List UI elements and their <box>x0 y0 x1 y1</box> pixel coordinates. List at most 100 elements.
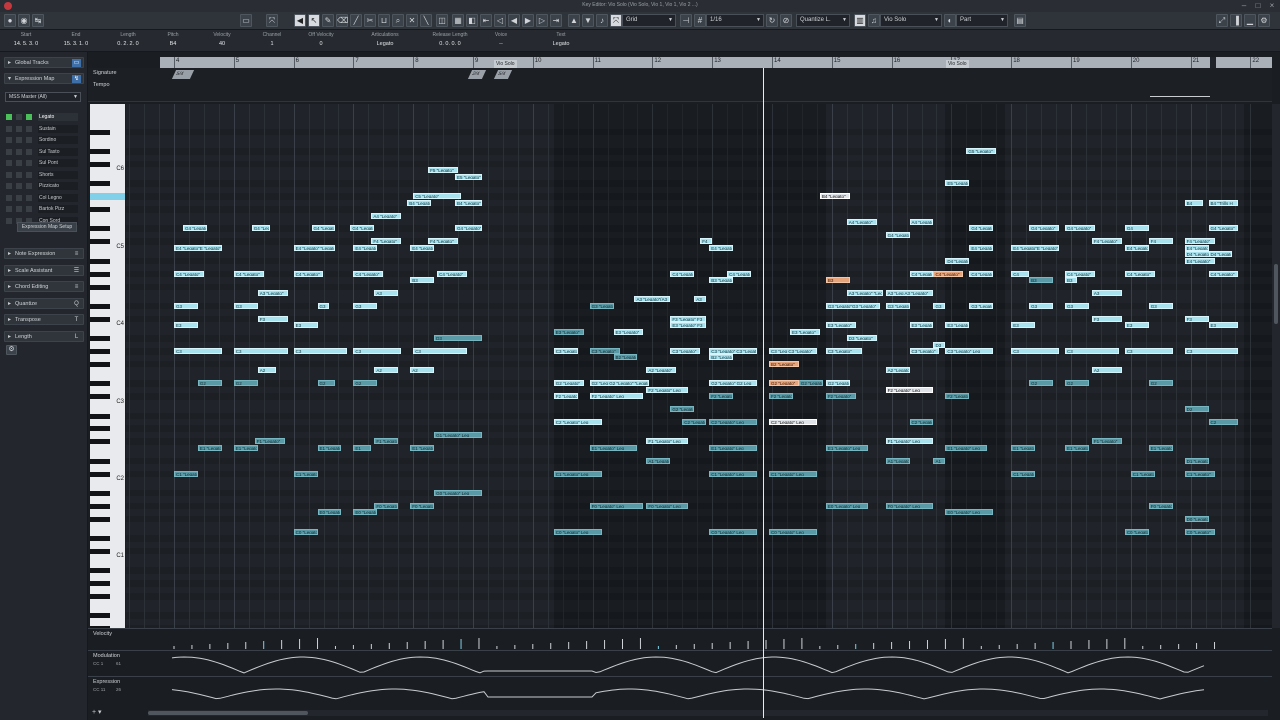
articulation-output[interactable] <box>26 148 32 155</box>
midi-note[interactable]: G3 "Legato" <box>589 302 614 309</box>
left-zone-icon[interactable]: ▐ <box>1230 14 1242 27</box>
color-icon[interactable]: ◧ <box>466 14 478 27</box>
midi-note[interactable]: C1 "Legato" <box>1130 470 1155 477</box>
black-key[interactable] <box>90 439 110 445</box>
midi-note[interactable]: F2 "Legato" Leg <box>589 393 644 400</box>
midi-note[interactable]: C3 <box>233 348 288 355</box>
midi-note[interactable]: B2 "Legato" <box>709 354 734 361</box>
inspector-settings-gear-icon[interactable]: ⚙ <box>6 345 17 355</box>
section-icon[interactable]: Q <box>72 300 81 308</box>
midi-note[interactable]: B3 <box>410 277 435 284</box>
midi-note[interactable]: B4 <box>1184 199 1203 206</box>
track-select[interactable]: Vio Solo ▼ <box>880 14 942 27</box>
midi-note[interactable]: E3 "Legato" <box>909 322 934 329</box>
global-tracks-section[interactable]: ▸ Global Tracks ▭ <box>4 57 84 68</box>
time-signature-marker[interactable]: 5/4 <box>171 70 195 79</box>
midi-note[interactable]: G4 "Legato" <box>1065 225 1095 232</box>
record-icon[interactable]: ● <box>4 14 16 27</box>
modulation-curve[interactable] <box>171 656 1205 674</box>
midi-note[interactable]: C4 "Legato" <box>909 270 934 277</box>
section-icon[interactable]: T <box>72 316 81 324</box>
midi-note[interactable]: C3 <box>293 348 348 355</box>
midi-note[interactable]: A3 "Legato" <box>257 289 288 296</box>
midi-note[interactable]: A3 <box>1091 289 1122 296</box>
midi-note[interactable]: E4 "Legato" "Legato" <box>293 244 336 251</box>
midi-note[interactable]: G3 <box>353 302 378 309</box>
midi-note[interactable]: G3 <box>1029 302 1054 309</box>
midi-note[interactable]: G3 "Legato" <box>885 302 910 309</box>
midi-note[interactable]: C3 <box>353 348 402 355</box>
draw-tool-icon[interactable]: ╲ <box>420 14 432 27</box>
articulation-row[interactable]: Col Legno <box>6 193 80 203</box>
articulation-toggle[interactable] <box>6 206 12 212</box>
midi-note[interactable]: C2 "Legato" Leg <box>553 418 602 425</box>
black-key[interactable] <box>90 503 110 509</box>
midi-note[interactable]: A2 <box>410 367 435 374</box>
midi-note[interactable]: D3 <box>933 341 946 348</box>
midi-note[interactable]: C3 "Legato" <box>825 348 862 355</box>
midi-note[interactable]: C4 "Legato" <box>437 270 467 277</box>
articulation-name[interactable]: Legato <box>38 113 78 121</box>
midi-note[interactable]: G2 <box>353 380 378 387</box>
midi-note[interactable]: E0 "Legato" Leg <box>825 502 868 509</box>
black-key[interactable] <box>90 581 110 587</box>
prev-icon[interactable]: ◁ <box>494 14 506 27</box>
midi-note[interactable]: B3 <box>1029 277 1054 284</box>
lower-zone-icon[interactable]: ▁ <box>1244 14 1256 27</box>
articulation-output[interactable] <box>26 125 32 132</box>
inspector-section-quantize[interactable]: ▸ Quantize Q <box>4 297 84 309</box>
black-key[interactable] <box>90 490 110 496</box>
midi-note[interactable]: A2 <box>257 367 276 374</box>
midi-note[interactable]: G2 "Legato" <box>769 380 799 387</box>
articulation-toggle[interactable] <box>6 114 12 120</box>
midi-note[interactable]: C2 "Legato" <box>909 418 934 425</box>
expression-map-select[interactable]: MSS Master (All) ▼ <box>5 92 81 102</box>
midi-note[interactable]: C0 "Legato" Leg <box>553 528 602 535</box>
midi-note[interactable]: B4 "Legato" <box>407 199 432 206</box>
midi-note[interactable]: E4 "Legato" <box>709 244 734 251</box>
black-key[interactable] <box>90 271 110 277</box>
section-icon[interactable]: ≡ <box>72 283 81 291</box>
midi-note[interactable]: F1 "Legato" Leg <box>885 438 934 445</box>
midi-note[interactable]: F0 "Legato" Leg <box>589 502 644 509</box>
midi-note[interactable]: A1 "Legato" <box>885 457 910 464</box>
midi-note[interactable]: D2 <box>1184 406 1209 413</box>
midi-note[interactable]: A3 "Legato" "Legato" <box>846 289 883 296</box>
midi-note[interactable]: G2 <box>1029 380 1054 387</box>
midi-note[interactable]: C3 <box>174 348 222 355</box>
midi-note[interactable]: G3 <box>1148 302 1173 309</box>
black-key[interactable] <box>90 594 110 600</box>
black-key[interactable] <box>90 381 110 387</box>
part-icon[interactable]: ◐ <box>944 14 956 27</box>
midi-note[interactable]: G3 <box>1065 302 1089 309</box>
time-signature-marker[interactable]: 5/4 <box>493 70 513 79</box>
midi-note[interactable]: G2 "Legato" G2 Leg <box>709 380 758 387</box>
iterative-icon[interactable]: ⊘ <box>780 14 792 27</box>
part-flag[interactable]: Vio Solo <box>494 60 517 68</box>
controller-curves[interactable] <box>88 628 1272 708</box>
articulation-output[interactable] <box>26 206 32 212</box>
midi-note[interactable]: C1 "Legato" <box>174 470 198 477</box>
midi-note[interactable]: G4 "Legato" <box>1029 225 1060 232</box>
articulation-remote[interactable] <box>16 137 22 143</box>
midi-note[interactable]: E1 <box>353 444 372 451</box>
black-key[interactable] <box>90 336 110 342</box>
midi-note[interactable]: E3 "Legato" <box>945 322 970 329</box>
midi-note[interactable]: C2 "Legato" <box>682 418 707 425</box>
midi-note[interactable]: F0 "Legato" Leg <box>885 502 934 509</box>
midi-note[interactable]: F4 "Legato" <box>428 238 459 245</box>
midi-note[interactable]: E1 "Legato" Leg <box>709 444 758 451</box>
midi-note[interactable]: G2 <box>1148 380 1173 387</box>
midi-note[interactable]: G2 "Legato" <box>798 380 823 387</box>
info-release-length[interactable]: Release Length 0. 0. 0. 0 <box>428 32 472 50</box>
midi-note[interactable]: C3 <box>1011 348 1060 355</box>
pencil-tool-icon[interactable]: ✎ <box>322 14 334 27</box>
articulation-remote[interactable] <box>16 183 22 189</box>
inspector-section-length[interactable]: ▸ Length L <box>4 330 84 342</box>
black-key[interactable] <box>90 349 110 355</box>
quantize-type-icon[interactable]: ↻ <box>766 14 778 27</box>
black-key[interactable] <box>90 239 110 245</box>
articulation-name[interactable]: Pizzicato <box>38 182 78 190</box>
midi-note[interactable]: F1 "Legato" <box>254 438 285 445</box>
midi-note[interactable]: F3 <box>1091 315 1122 322</box>
